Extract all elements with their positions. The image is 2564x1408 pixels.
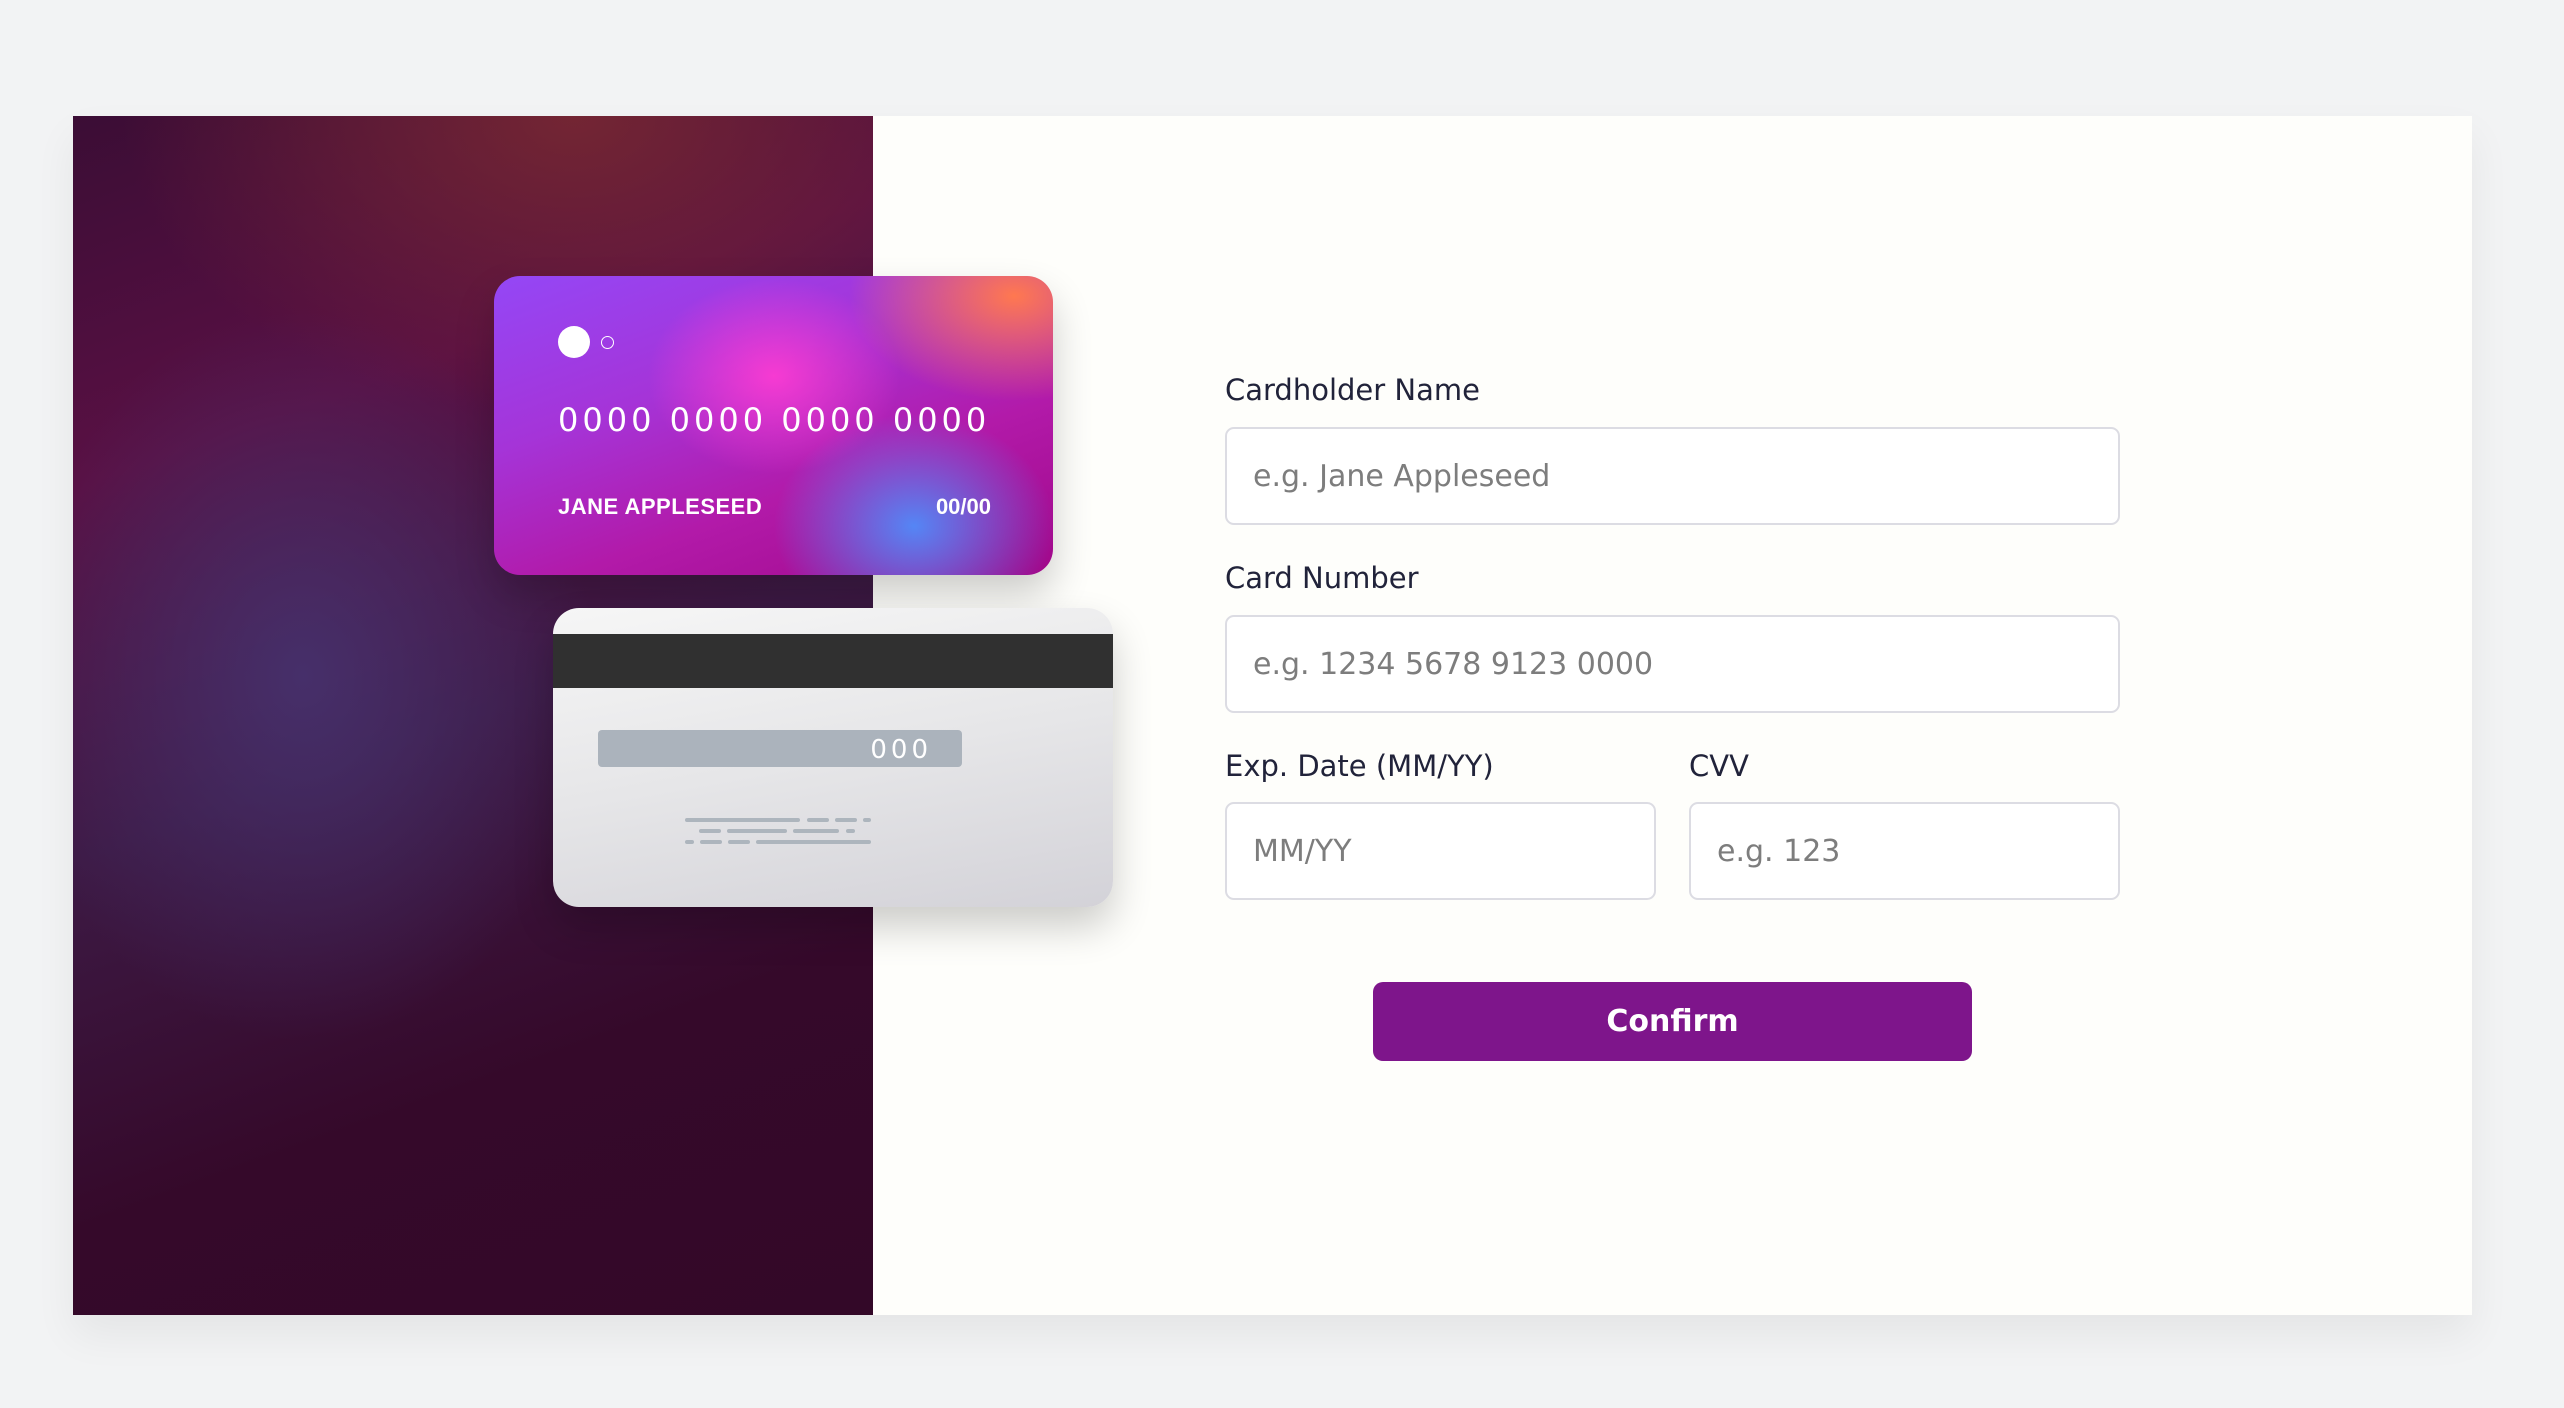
signature-strip: 000 bbox=[598, 730, 962, 767]
card-logo-ring-icon bbox=[601, 336, 614, 349]
card-name-display: JANE APPLESEED bbox=[558, 494, 763, 519]
cvv-input[interactable] bbox=[1689, 802, 2120, 900]
card-back-preview: 000 bbox=[553, 608, 1113, 907]
confirm-button[interactable]: Confirm bbox=[1373, 982, 1972, 1061]
card-expiry-display: 00/00 bbox=[935, 494, 991, 519]
magnetic-stripe bbox=[553, 634, 1113, 688]
expiry-date-label: Exp. Date (MM/YY) bbox=[1225, 749, 1494, 783]
card-cvv-display: 000 bbox=[870, 735, 932, 765]
card-number-input[interactable] bbox=[1225, 615, 2120, 713]
cardholder-name-label: Cardholder Name bbox=[1225, 373, 1480, 407]
cardholder-name-input[interactable] bbox=[1225, 427, 2120, 525]
card-front-preview: 0000 0000 0000 0000 JANE APPLESEED 00/00 bbox=[494, 276, 1053, 575]
card-number-display: 0000 0000 0000 0000 bbox=[558, 401, 991, 439]
expiry-date-input[interactable] bbox=[1225, 802, 1656, 900]
cvv-label: CVV bbox=[1689, 749, 1749, 783]
card-logo-circle-icon bbox=[558, 326, 590, 358]
card-number-label: Card Number bbox=[1225, 561, 1419, 595]
